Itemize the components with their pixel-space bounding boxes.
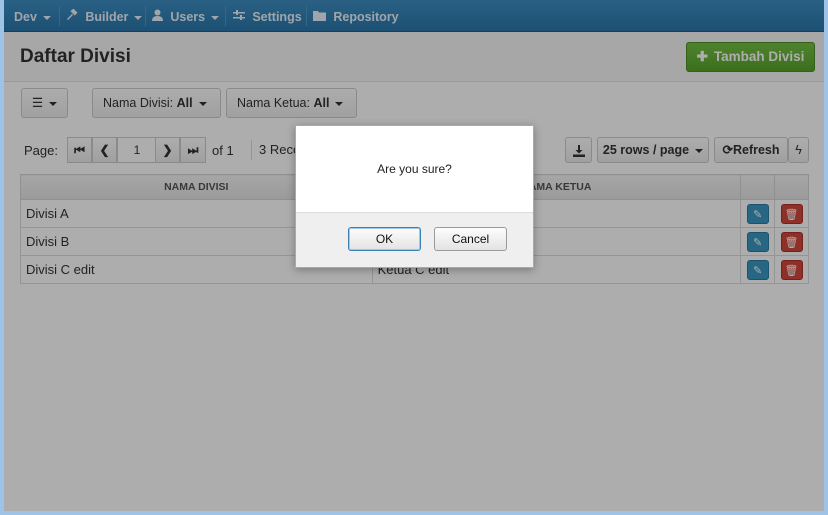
cancel-button[interactable]: Cancel — [434, 227, 507, 251]
confirm-dialog: Are you sure? OK Cancel — [295, 125, 534, 268]
dialog-footer: OK Cancel — [296, 212, 533, 267]
app-window: Dev Builder Users Settings Repository Da… — [4, 0, 824, 511]
ok-button[interactable]: OK — [348, 227, 421, 251]
dialog-message: Are you sure? — [377, 162, 452, 176]
